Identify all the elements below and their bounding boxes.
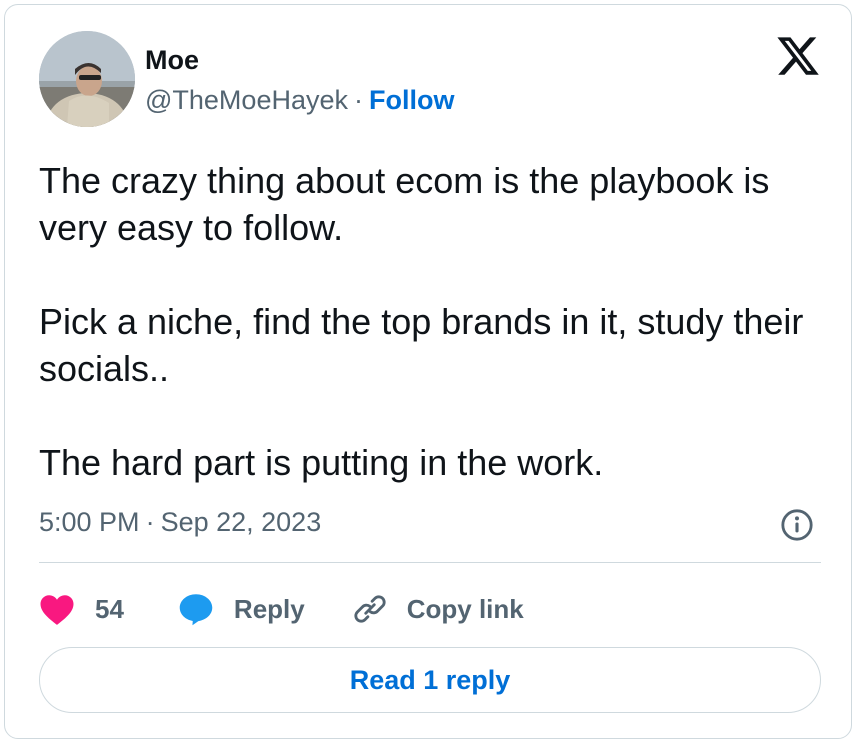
author-handle[interactable]: @TheMoeHayek — [145, 85, 348, 115]
heart-icon — [40, 595, 74, 625]
action-bar: 54 Reply Copy link — [39, 587, 524, 631]
follow-button[interactable]: Follow — [369, 85, 454, 115]
avatar-image — [39, 31, 135, 127]
copy-link-button[interactable]: Copy link — [353, 592, 524, 626]
avatar[interactable] — [39, 31, 135, 127]
reply-label: Reply — [233, 593, 305, 624]
copy-link-label: Copy link — [406, 593, 524, 624]
tweet-paragraph: The hard part is putting in the work. — [39, 442, 604, 483]
tweet-time: 5:00 PM — [39, 507, 140, 537]
like-button[interactable]: 54 — [39, 592, 124, 626]
info-icon[interactable] — [780, 508, 814, 542]
timestamp[interactable]: 5:00 PM · Sep 22, 2023 — [39, 507, 321, 538]
divider — [39, 562, 821, 563]
tweet-paragraph: Pick a niche, find the top brands in it,… — [39, 301, 804, 389]
link-icon — [354, 595, 386, 623]
reply-button[interactable]: Reply — [178, 592, 305, 626]
tweet-text: The crazy thing about ecom is the playbo… — [39, 157, 829, 486]
tweet-card: Moe @TheMoeHayek · Follow The crazy thing … — [4, 4, 852, 739]
handle-separator: · — [354, 85, 363, 115]
tweet-date: Sep 22, 2023 — [160, 507, 322, 537]
x-logo-icon[interactable] — [775, 33, 821, 79]
tweet-paragraph: The crazy thing about ecom is the playbo… — [39, 160, 770, 248]
author-name[interactable]: Moe — [145, 45, 199, 76]
handle-row: @TheMoeHayek · Follow — [145, 85, 454, 116]
speech-bubble-icon — [179, 594, 213, 626]
read-replies-button[interactable]: Read 1 reply — [39, 647, 821, 713]
like-count: 54 — [95, 593, 124, 624]
timestamp-separator: · — [145, 507, 155, 537]
